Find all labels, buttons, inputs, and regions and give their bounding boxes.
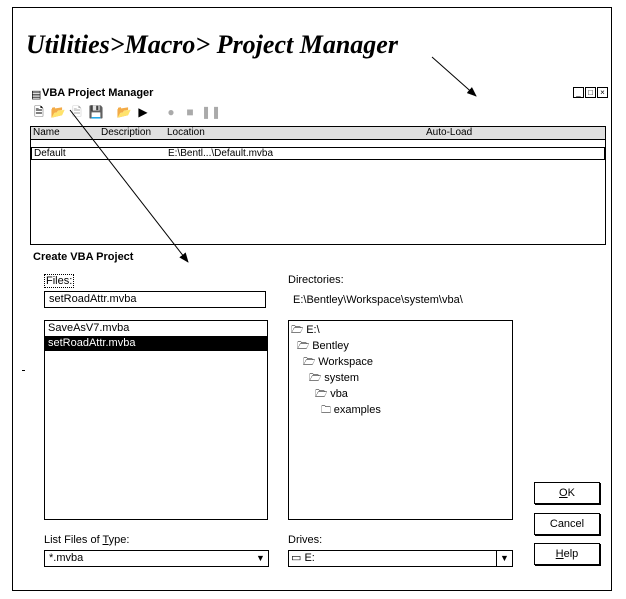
vba-toolbar: 🗎 📂 🗎 💾 📂 ▶ ● ■ ❚❚ (31, 104, 221, 120)
column-header-auto-load[interactable]: Auto-Load (426, 127, 472, 139)
page-heading: Utilities>Macro> Project Manager (26, 30, 398, 59)
project-list-header: Name Description Location Auto-Load (31, 127, 605, 140)
project-name-cell: Default (34, 148, 66, 159)
column-header-location[interactable]: Location (167, 127, 205, 139)
app-icon: ▤ (31, 89, 42, 101)
directory-item[interactable]: 🗁 Bentley (297, 339, 349, 356)
file-type-value: *.mvba (49, 552, 84, 564)
dialog-title: Create VBA Project (33, 251, 134, 263)
window-title: VBA Project Manager (42, 87, 154, 99)
stop-icon[interactable]: ■ (182, 105, 198, 119)
chevron-down-icon[interactable]: ▼ (253, 551, 268, 566)
maximize-button[interactable]: □ (585, 87, 596, 98)
close-project-icon[interactable]: 🗎 (69, 105, 85, 119)
help-button[interactable]: Help (534, 543, 600, 565)
new-project-icon[interactable]: 🗎 (31, 105, 47, 119)
column-header-name[interactable]: Name (33, 127, 60, 139)
save-project-icon[interactable]: 💾 (88, 105, 104, 119)
list-item[interactable]: SaveAsV7.mvba (45, 321, 267, 336)
directory-label: system (324, 372, 360, 384)
files-label: Files: (44, 274, 75, 288)
load-project-icon[interactable]: 📂 (116, 105, 132, 119)
column-header-description[interactable]: Description (101, 127, 151, 139)
directory-item[interactable]: 🗁 system (309, 371, 359, 388)
create-vba-project-dialog: Create VBA Project Files: setRoadAttr.mv… (30, 248, 610, 584)
directory-label: Workspace (318, 356, 374, 368)
project-list[interactable]: Name Description Location Auto-Load Defa… (30, 126, 606, 245)
window-controls: _ □ × (573, 87, 608, 98)
directory-label: E:\ (306, 324, 320, 336)
directories-label: Directories: (288, 274, 344, 286)
ok-button[interactable]: OK (534, 482, 600, 504)
list-item[interactable]: setRoadAttr.mvba (45, 336, 267, 351)
chevron-down-icon[interactable]: ▼ (496, 551, 512, 566)
folder-icon: 🗁 (309, 373, 325, 384)
directory-item[interactable]: 🗁 E:\ (291, 323, 320, 340)
list-files-type-label: List Files of Type: (44, 534, 130, 546)
pause-icon[interactable]: ❚❚ (201, 105, 221, 119)
files-list[interactable]: SaveAsV7.mvba setRoadAttr.mvba (44, 320, 268, 520)
record-icon[interactable]: ● (163, 105, 179, 119)
file-type-select[interactable]: *.mvba ▼ (44, 550, 269, 567)
current-directory-path: E:\Bentley\Workspace\system\vba\ (293, 294, 463, 306)
run-macro-icon[interactable]: ▶ (135, 105, 151, 119)
directory-item[interactable]: 🗁 vba (315, 387, 348, 404)
cancel-button[interactable]: Cancel (534, 513, 600, 535)
drive-icon: ▭ (291, 552, 302, 564)
close-button[interactable]: × (597, 87, 608, 98)
directory-item[interactable]: 🗀 examples (321, 403, 381, 420)
frame-tick-mark (22, 370, 25, 371)
folder-icon: 🗁 (291, 325, 307, 336)
table-row[interactable]: Default E:\Bentl...\Default.mvba (31, 147, 605, 160)
folder-icon: 🗁 (297, 341, 313, 352)
file-name-input[interactable]: setRoadAttr.mvba (44, 291, 266, 308)
toolbar-separator (107, 105, 113, 119)
folder-icon: 🗁 (303, 357, 319, 368)
directory-label: vba (330, 388, 348, 400)
drives-label: Drives: (288, 534, 323, 546)
directories-tree[interactable]: 🗁 E:\ 🗁 Bentley 🗁 Workspace 🗁 system 🗁 vba 🗀 … (288, 320, 513, 520)
directory-item[interactable]: 🗁 Workspace (303, 355, 373, 372)
open-project-icon[interactable]: 📂 (50, 105, 66, 119)
folder-icon: 🗀 (321, 405, 334, 416)
toolbar-separator (154, 105, 160, 119)
folder-icon: 🗁 (315, 389, 331, 400)
directory-label: examples (333, 404, 381, 416)
minimize-button[interactable]: _ (573, 87, 584, 98)
vba-manager-titlebar: ▤ VBA Project Manager _ □ × (29, 87, 610, 101)
directory-label: Bentley (312, 340, 349, 352)
drive-value: E: (304, 552, 315, 564)
project-location-cell: E:\Bentl...\Default.mvba (168, 148, 274, 159)
drive-select[interactable]: ▭ E: ▼ (288, 550, 513, 567)
